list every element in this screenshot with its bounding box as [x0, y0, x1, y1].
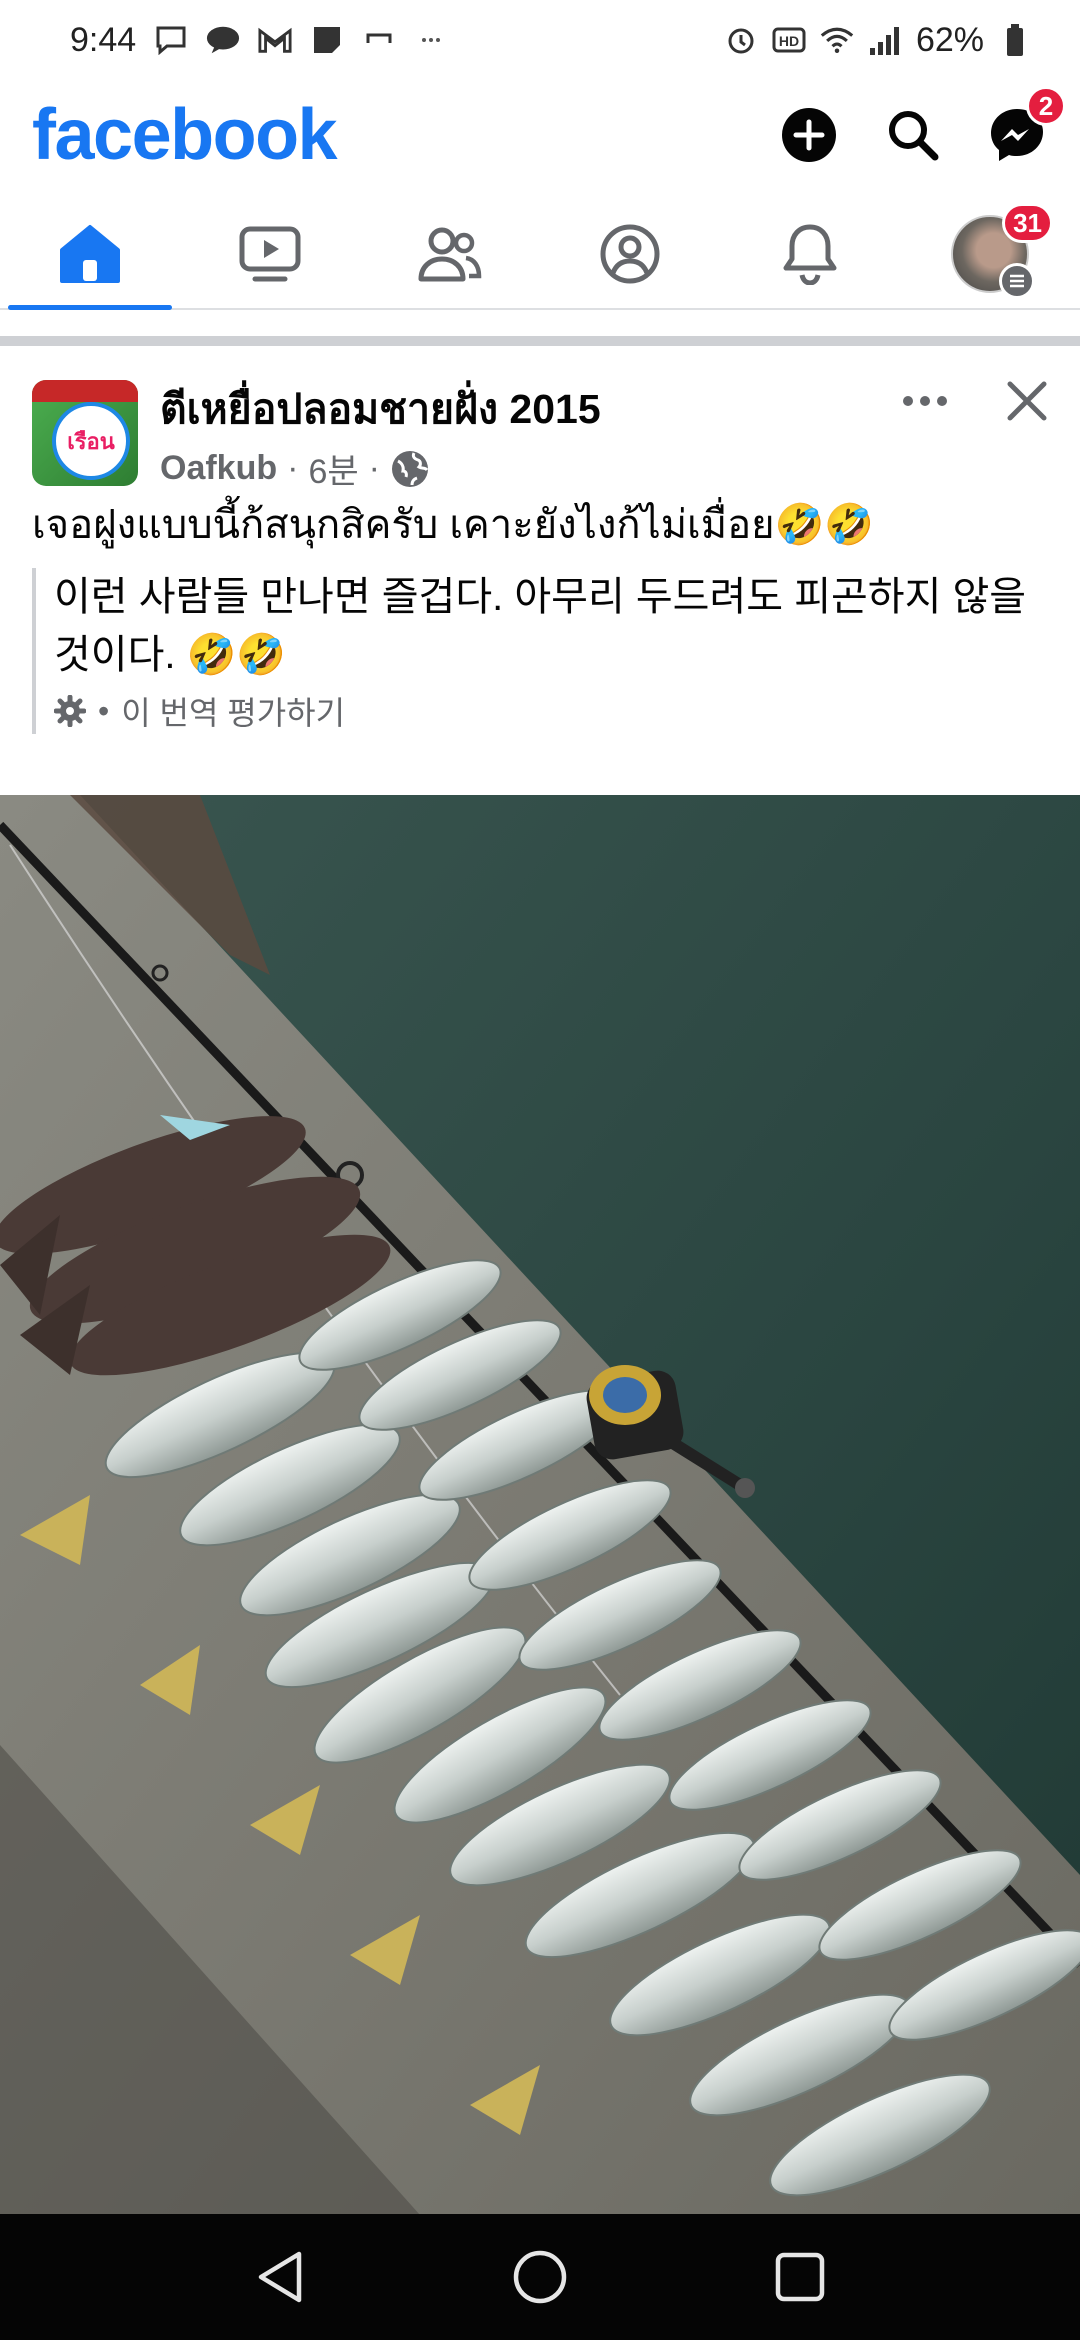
home-circle-icon	[513, 2250, 567, 2304]
profile-circle-icon	[600, 224, 660, 284]
status-time: 9:44	[70, 20, 137, 59]
recents-square-icon	[775, 2252, 825, 2302]
tab-notifications[interactable]	[720, 200, 900, 308]
message-notification-icon	[154, 23, 188, 57]
messenger-button[interactable]: 2	[986, 86, 1066, 166]
tab-bar: 31	[0, 200, 1080, 310]
translation-block: 이런 사람들 만나면 즐겁다. 아무리 두드려도 피곤하지 않을 것이다. 🤣🤣…	[32, 568, 1048, 734]
plus-icon	[782, 108, 836, 162]
translation-text: 이런 사람들 만나면 즐겁다. 아무리 두드려도 피곤하지 않을 것이다. 🤣🤣	[54, 575, 1027, 677]
home-nav-button[interactable]	[500, 2237, 580, 2317]
signal-icon	[868, 23, 902, 57]
search-icon	[889, 111, 939, 161]
group-avatar[interactable]: เรือน	[32, 380, 138, 486]
battery-percent: 62%	[915, 20, 984, 59]
post-text: เจอฝูงแบบนี้ก้สนุกสิครับ เคาะยังไงก้ไม่เ…	[32, 503, 875, 547]
close-icon	[1007, 381, 1047, 421]
post-time[interactable]: 6분	[308, 444, 358, 493]
status-bar: 9:44 HD 62%	[0, 0, 1080, 80]
facebook-logo[interactable]: facebook	[32, 94, 338, 176]
tab-menu[interactable]: 31	[900, 200, 1080, 308]
friends-icon	[418, 227, 482, 282]
post-header: เรือน ตีเหยื่อปลอมชายฝั่ง 2015 Oafkub · …	[0, 346, 1080, 496]
more-horizontal-icon	[903, 396, 947, 406]
svg-text:HD: HD	[779, 33, 799, 49]
more-notifications-icon	[414, 23, 448, 57]
post-photo[interactable]	[0, 795, 1080, 2215]
note-notification-icon	[310, 23, 344, 57]
battery-icon	[998, 23, 1032, 57]
rate-translation-link[interactable]: 이 번역 평가하기	[121, 688, 345, 734]
feed-separator	[0, 336, 1080, 346]
back-button[interactable]	[240, 2237, 320, 2317]
post-options-button[interactable]	[902, 394, 948, 413]
back-triangle-icon	[258, 2251, 302, 2303]
post-author[interactable]: Oafkub	[160, 449, 277, 488]
video-icon	[239, 226, 301, 282]
app-header: facebook 2	[0, 80, 1080, 190]
menu-icon	[999, 263, 1035, 299]
gmail-notification-icon	[258, 23, 292, 57]
group-name[interactable]: ตีเหยื่อปลอมชายฝั่ง 2015	[160, 384, 601, 434]
system-navigation-bar	[0, 2214, 1080, 2340]
hide-post-button[interactable]	[1006, 380, 1048, 427]
meta-separator: ·	[368, 449, 380, 487]
tab-home[interactable]	[0, 200, 180, 310]
screen-notification-icon	[362, 23, 396, 57]
messenger-badge: 2	[1026, 86, 1066, 126]
feed-post: เรือน ตีเหยื่อปลอมชายฝั่ง 2015 Oafkub · …	[0, 346, 1080, 734]
fishing-catch-image	[0, 795, 1080, 2215]
recents-button[interactable]	[760, 2237, 840, 2317]
tab-profile[interactable]	[540, 200, 720, 308]
gear-icon	[54, 695, 86, 727]
talk-notification-icon	[206, 23, 240, 57]
tab-friends[interactable]	[360, 200, 540, 308]
home-icon	[60, 225, 120, 283]
alarm-icon	[724, 23, 758, 57]
create-button[interactable]	[778, 104, 840, 166]
menu-badge: 31	[1002, 203, 1053, 243]
hd-voice-icon: HD	[772, 23, 806, 57]
wifi-icon	[820, 23, 854, 57]
tab-watch[interactable]	[180, 200, 360, 308]
search-button[interactable]	[882, 104, 944, 166]
rate-dot: •	[98, 692, 110, 729]
globe-icon	[391, 450, 429, 487]
bell-icon	[783, 224, 837, 285]
meta-separator: ·	[287, 449, 299, 487]
